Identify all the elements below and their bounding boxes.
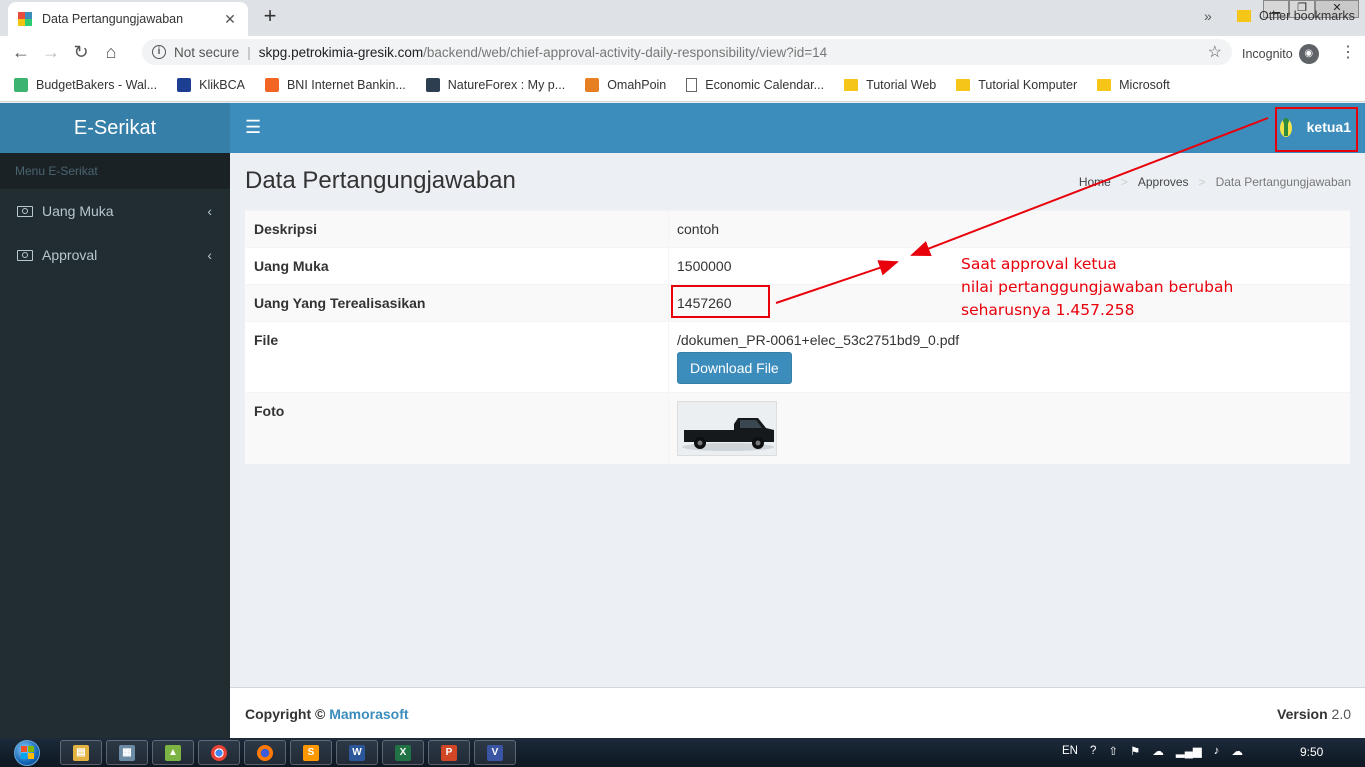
language-indicator[interactable]: EN xyxy=(1062,745,1078,757)
folder-icon: ▤ xyxy=(73,744,89,761)
sync-icon[interactable]: ☁ xyxy=(1231,744,1243,758)
system-tray: EN ? ⇧ ⚑ ☁ ▂▄▆ ♪ ☁ xyxy=(1062,744,1255,758)
photos-icon: ▲ xyxy=(165,744,181,761)
help-icon[interactable]: ? xyxy=(1090,745,1096,757)
annotation-note: Saat approval ketua nilai pertanggungjaw… xyxy=(961,255,1234,319)
excel-icon: X xyxy=(395,744,411,761)
version-label: Version xyxy=(1277,706,1328,722)
start-button[interactable] xyxy=(4,738,50,767)
sublime-text-icon: S xyxy=(303,744,319,761)
taskbar-clock[interactable]: 9:50 xyxy=(1300,745,1323,759)
powerpoint-icon: P xyxy=(441,744,457,761)
taskbar-firefox[interactable] xyxy=(244,740,286,765)
version: Version 2.0 xyxy=(1277,706,1351,722)
windows-taskbar: ▤ ▦ ▲ S W X P V EN ? ⇧ ⚑ ☁ ▂▄▆ ♪ ☁ 9:50 xyxy=(0,738,1365,767)
annotation-arrow xyxy=(910,117,1269,257)
page-footer: Copyright © Mamorasoft Version 2.0 xyxy=(230,687,1365,738)
word-icon: W xyxy=(349,744,365,761)
taskbar-explorer[interactable]: ▤ xyxy=(60,740,102,765)
copyright-text: Copyright © xyxy=(245,706,326,722)
annotation-arrow xyxy=(775,260,899,304)
company-link[interactable]: Mamorasoft xyxy=(329,706,408,722)
taskbar-word[interactable]: W xyxy=(336,740,378,765)
signal-icon[interactable]: ▂▄▆ xyxy=(1176,744,1202,758)
version-number: 2.0 xyxy=(1331,706,1351,722)
chrome-icon xyxy=(211,744,227,761)
taskbar-sublime[interactable]: S xyxy=(290,740,332,765)
visio-icon: V xyxy=(487,744,503,761)
action-center-icon[interactable]: ⚑ xyxy=(1130,744,1140,758)
taskbar-powerpoint[interactable]: P xyxy=(428,740,470,765)
firefox-icon xyxy=(257,744,273,761)
taskbar-visio[interactable]: V xyxy=(474,740,516,765)
taskbar-chrome[interactable] xyxy=(198,740,240,765)
tray-expand-icon[interactable]: ⇧ xyxy=(1108,744,1118,758)
copyright: Copyright © Mamorasoft xyxy=(245,706,409,722)
annotation-arrows xyxy=(775,117,1269,304)
taskbar-photos[interactable]: ▲ xyxy=(152,740,194,765)
taskbar-calculator[interactable]: ▦ xyxy=(106,740,148,765)
taskbar-excel[interactable]: X xyxy=(382,740,424,765)
volume-icon[interactable]: ♪ xyxy=(1214,745,1220,757)
windows-logo-icon xyxy=(14,739,40,766)
calculator-icon: ▦ xyxy=(119,744,135,761)
cloud-icon[interactable]: ☁ xyxy=(1152,744,1164,758)
